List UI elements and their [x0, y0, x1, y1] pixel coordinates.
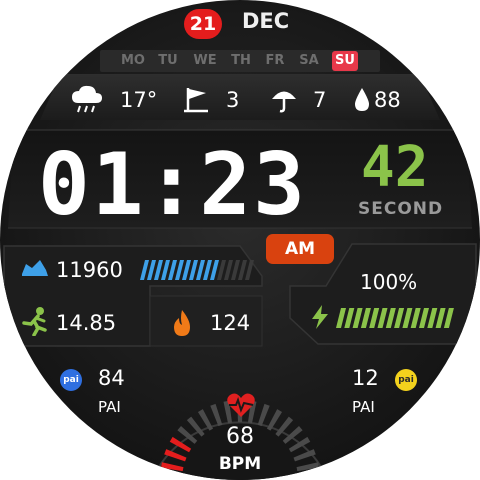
- heart-rate-label: BPM: [218, 454, 262, 474]
- heart-gauge-tick: [164, 449, 187, 462]
- heart-gauge-tick: [169, 436, 192, 453]
- heart-gauge-tick: [296, 462, 320, 472]
- heart-gauge-tick: [282, 425, 303, 444]
- heart-gauge-tick: [275, 416, 294, 437]
- heart-rate-value: 68: [226, 424, 254, 449]
- watch-face: 21 DEC MO TU WE TH FR SA SU 17° 3 7 88 0…: [0, 0, 480, 480]
- heart-gauge-tick: [288, 436, 311, 453]
- heart-gauge-tick: [210, 403, 223, 427]
- heart-rate-icon: [227, 393, 255, 417]
- heart-gauge-tick: [177, 425, 198, 444]
- heart-gauge-tick: [257, 403, 270, 427]
- heart-gauge-tick: [186, 416, 205, 437]
- heart-gauge-tick: [160, 462, 184, 472]
- heart-gauge-tick: [293, 449, 316, 462]
